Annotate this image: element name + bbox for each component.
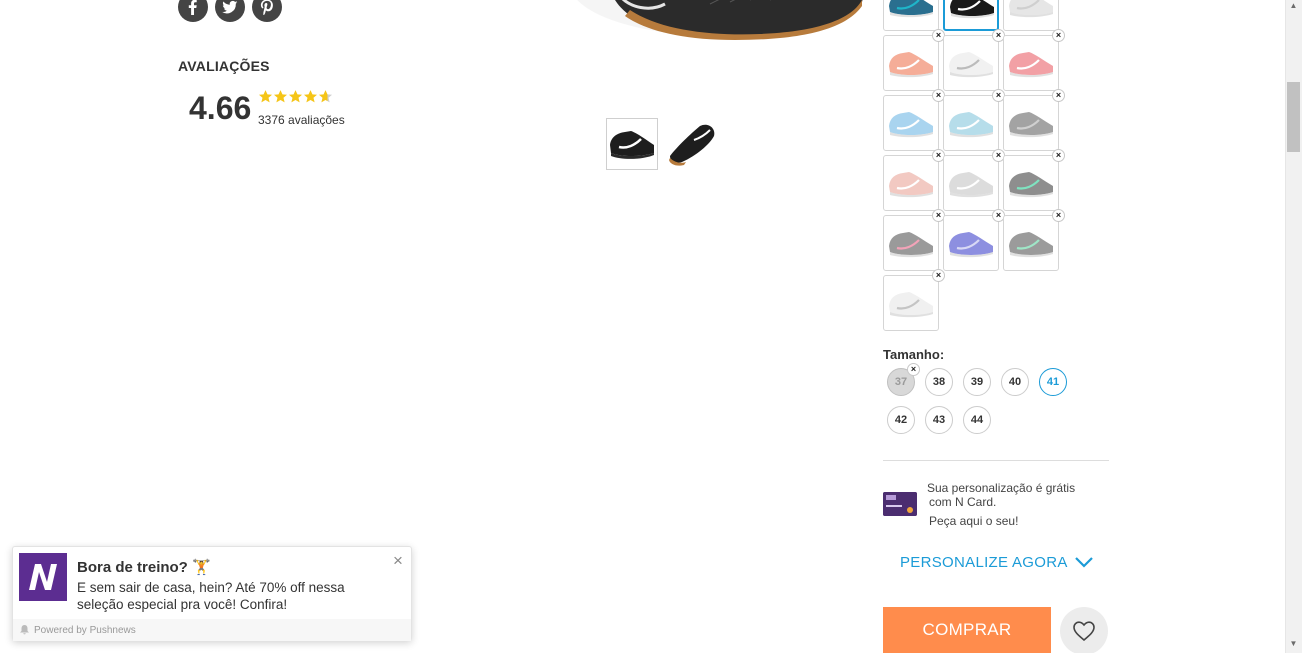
ncard-promo-text-2: com N Card. (929, 495, 997, 509)
wishlist-button[interactable] (1060, 607, 1108, 653)
color-swatch[interactable]: × (883, 29, 945, 91)
star-icon (303, 90, 318, 103)
chevron-down-icon[interactable] (1074, 555, 1094, 569)
star-icon (258, 90, 273, 103)
color-swatch[interactable] (883, 0, 939, 31)
twitter-icon (222, 0, 238, 14)
shoe-thumbnail-image (889, 52, 933, 78)
shoe-thumbnail-image (889, 292, 933, 318)
netshoes-logo-icon (29, 564, 57, 590)
shoe-thumbnail-image (949, 172, 993, 198)
color-swatch[interactable]: × (883, 89, 945, 151)
ncard-image[interactable] (883, 492, 917, 516)
size-value: 44 (970, 414, 984, 426)
shoe-thumbnail-image (889, 172, 933, 198)
color-swatch[interactable]: × (883, 269, 945, 331)
color-swatch[interactable]: × (1003, 149, 1065, 211)
unavailable-x-icon: × (1052, 149, 1065, 162)
color-swatch[interactable]: × (943, 209, 1005, 271)
scroll-down-arrow-icon[interactable]: ▼ (1288, 638, 1299, 650)
size-value: 41 (1046, 376, 1060, 388)
pinterest-share-button[interactable] (252, 0, 282, 22)
ncard-link[interactable]: Peça aqui o seu! (929, 514, 1018, 528)
color-swatch[interactable] (943, 0, 999, 31)
color-swatch[interactable]: × (1003, 89, 1065, 151)
size-option-41[interactable]: 41 (1039, 368, 1067, 396)
bell-icon (20, 625, 29, 635)
unavailable-x-icon: × (907, 363, 920, 376)
review-count[interactable]: 3376 avaliações (258, 113, 345, 127)
divider (883, 460, 1109, 461)
color-swatch[interactable] (1003, 0, 1059, 31)
star-rating (258, 89, 333, 104)
color-swatch[interactable]: × (943, 29, 1005, 91)
heart-icon (1073, 621, 1095, 642)
size-value: 39 (970, 376, 984, 388)
star-icon (273, 90, 288, 103)
star-icon (318, 90, 333, 103)
pinterest-icon (260, 0, 273, 15)
close-icon[interactable]: × (390, 552, 406, 569)
color-swatch[interactable]: × (1003, 209, 1065, 271)
scrollbar-thumb[interactable] (1287, 82, 1300, 152)
shoe-thumbnail-image (949, 112, 993, 138)
color-swatch[interactable]: × (883, 209, 945, 271)
shoe-thumbnail-image (949, 52, 993, 78)
shoe-thumbnail-image (1009, 232, 1053, 258)
size-option-42[interactable]: 42 (887, 406, 915, 434)
size-option-44[interactable]: 44 (963, 406, 991, 434)
unavailable-x-icon: × (1052, 209, 1065, 222)
brand-logo (19, 553, 67, 601)
unavailable-x-icon: × (1052, 89, 1065, 102)
shoe-thumbnail-image (889, 0, 933, 18)
shoe-thumbnail-image (950, 0, 994, 19)
size-option-43[interactable]: 43 (925, 406, 953, 434)
thumbnail-1[interactable] (606, 118, 658, 170)
shoe-thumbnail-image (669, 124, 715, 166)
color-swatch[interactable]: × (1003, 29, 1065, 91)
shoe-thumbnail-image (889, 232, 933, 258)
reviews-heading: AVALIAÇÕES (178, 58, 270, 74)
size-value: 43 (932, 414, 946, 426)
facebook-share-button[interactable] (178, 0, 208, 22)
facebook-icon (188, 0, 197, 15)
shoe-thumbnail-image (1009, 0, 1053, 18)
shoe-thumbnail-image (1009, 172, 1053, 198)
unavailable-x-icon: × (1052, 29, 1065, 42)
size-label: Tamanho: (883, 347, 945, 362)
social-share (178, 0, 282, 22)
shoe-thumbnail-image (949, 232, 993, 258)
twitter-share-button[interactable] (215, 0, 245, 22)
shoe-thumbnail-image (1009, 52, 1053, 78)
size-value: 37 (894, 376, 908, 388)
shoe-thumbnail-image (610, 131, 654, 159)
rating-value: 4.66 (189, 90, 252, 126)
size-option-37[interactable]: 37 × (887, 363, 920, 396)
notification-title: Bora de treino? 🏋 (77, 559, 211, 576)
color-swatch[interactable]: × (943, 89, 1005, 151)
shoe-thumbnail-image (889, 112, 933, 138)
notification-body: E sem sair de casa, hein? Até 70% off ne… (77, 580, 345, 612)
scroll-up-arrow-icon[interactable]: ▲ (1288, 0, 1299, 12)
color-swatch[interactable]: × (883, 149, 945, 211)
push-notification[interactable]: Bora de treino? 🏋 E sem sair de casa, he… (12, 546, 412, 641)
credit-card-icon (883, 492, 917, 516)
color-swatch[interactable]: × (943, 149, 1005, 211)
powered-by-text: Powered by Pushnews (34, 625, 136, 636)
shoe-image (577, 0, 863, 40)
unavailable-x-icon: × (932, 269, 945, 282)
size-option-39[interactable]: 39 (963, 368, 991, 396)
size-value: 38 (932, 376, 946, 388)
product-main-image (470, 0, 865, 50)
shoe-thumbnail-image (1009, 112, 1053, 138)
personalize-now-link[interactable]: PERSONALIZE AGORA (900, 554, 1068, 571)
star-icon (288, 90, 303, 103)
size-option-38[interactable]: 38 (925, 368, 953, 396)
thumbnail-2[interactable] (666, 118, 718, 170)
size-option-40[interactable]: 40 (1001, 368, 1029, 396)
size-value: 42 (894, 414, 908, 426)
ncard-promo-text: Sua personalização é grátis (927, 481, 1076, 495)
size-value: 40 (1008, 376, 1022, 388)
buy-button[interactable]: COMPRAR (883, 607, 1051, 653)
